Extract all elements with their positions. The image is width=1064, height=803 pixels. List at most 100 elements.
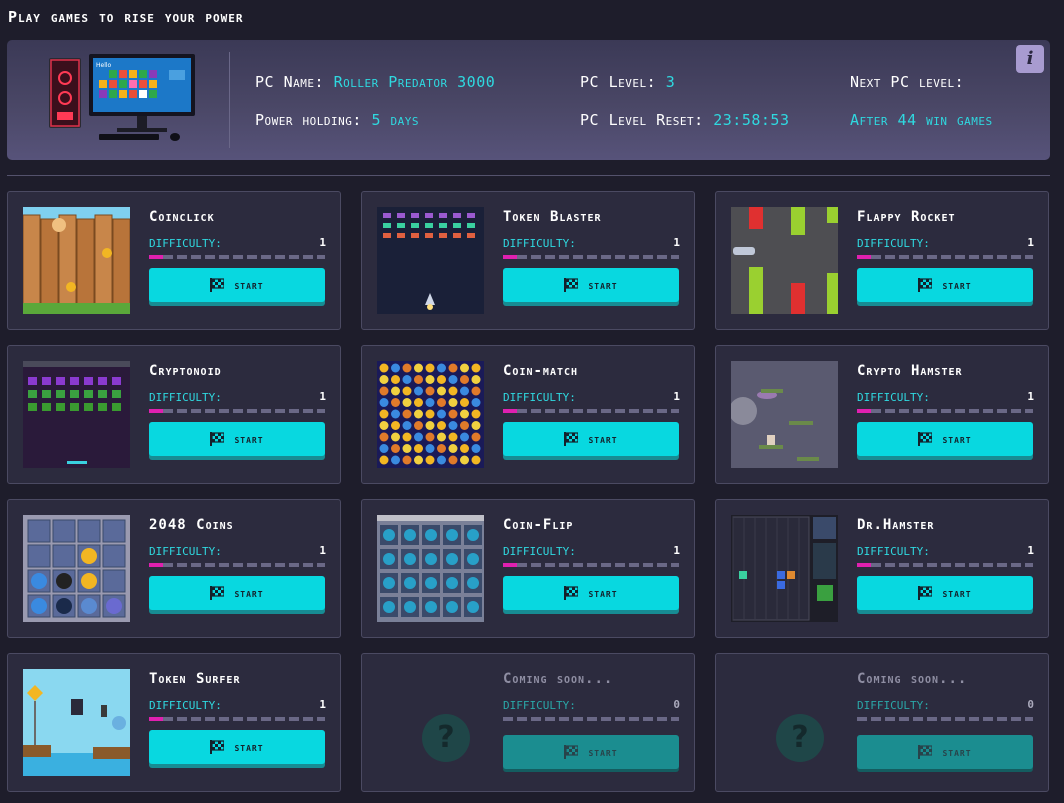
difficulty-value: 1	[319, 236, 326, 249]
game-title: Flappy Rocket	[857, 209, 956, 225]
start-button-label: start	[942, 586, 972, 600]
difficulty-label: Difficulty:	[503, 545, 576, 558]
start-button-label: start	[588, 745, 618, 759]
checkered-flag-icon	[210, 586, 225, 600]
game-title: Coming soon...	[857, 671, 968, 687]
start-button[interactable]: start	[149, 576, 325, 610]
pc-computer-image: Hello	[49, 54, 195, 141]
difficulty-label: Difficulty:	[149, 391, 222, 404]
checkered-flag-icon	[564, 278, 579, 292]
game-thumbnail-coin-match[interactable]	[377, 361, 484, 468]
start-button-label: start	[234, 432, 264, 446]
start-button[interactable]: start	[857, 576, 1033, 610]
game-thumbnail-token-surfer[interactable]	[23, 669, 130, 776]
difficulty-bar	[857, 255, 1033, 259]
difficulty-value: 1	[1027, 544, 1034, 557]
start-button-label: start	[588, 278, 618, 292]
difficulty-value: 1	[1027, 390, 1034, 403]
checkered-flag-icon	[210, 740, 225, 754]
difficulty-label: Difficulty:	[503, 391, 576, 404]
pc-name-label: PC Name:	[255, 73, 334, 91]
checkered-flag-icon	[210, 278, 225, 292]
game-card: 2048 Coins Difficulty: 1 start	[7, 499, 341, 638]
pc-panel-divider	[229, 52, 230, 148]
start-button: start	[503, 735, 679, 769]
start-button[interactable]: start	[857, 268, 1033, 302]
difficulty-value: 0	[1027, 698, 1034, 711]
difficulty-label: Difficulty:	[503, 699, 576, 712]
pc-name-value: Roller Predator 3000	[333, 73, 496, 91]
start-button[interactable]: start	[503, 268, 679, 302]
game-title: Token Surfer	[149, 671, 241, 687]
difficulty-bar-fill	[503, 563, 517, 567]
difficulty-label: Difficulty:	[149, 699, 222, 712]
difficulty-bar	[857, 717, 1033, 721]
difficulty-value: 1	[319, 544, 326, 557]
game-thumbnail-coinclick[interactable]	[23, 207, 130, 314]
pc-name-info: PC Name: Roller Predator 3000	[255, 73, 495, 91]
difficulty-bar	[503, 717, 679, 721]
game-card: Flappy Rocket Difficulty: 1 start	[715, 191, 1049, 330]
game-title: Coin-match	[503, 363, 579, 379]
difficulty-bar-fill	[857, 563, 871, 567]
start-button[interactable]: start	[149, 730, 325, 764]
game-card: ? Coming soon... Difficulty: 0 start	[361, 653, 695, 792]
difficulty-bar-fill	[149, 717, 163, 721]
power-holding-info: Power holding: 5 days	[255, 111, 419, 129]
checkered-flag-icon	[918, 278, 933, 292]
game-title: Cryptonoid	[149, 363, 222, 379]
start-button[interactable]: start	[503, 576, 679, 610]
difficulty-bar-fill	[857, 255, 871, 259]
start-button-label: start	[234, 278, 264, 292]
next-pc-level-requirement: After 44 win games	[850, 111, 993, 129]
game-card: Dr.Hamster Difficulty: 1 start	[715, 499, 1049, 638]
start-button[interactable]: start	[149, 268, 325, 302]
game-thumbnail-dr-hamster[interactable]	[731, 515, 838, 622]
difficulty-bar	[857, 563, 1033, 567]
start-button[interactable]: start	[149, 422, 325, 456]
game-thumbnail-coin-flip[interactable]	[377, 515, 484, 622]
difficulty-value: 1	[673, 390, 680, 403]
difficulty-value: 0	[673, 698, 680, 711]
difficulty-bar	[503, 409, 679, 413]
game-thumbnail-crypto-hamster[interactable]	[731, 361, 838, 468]
game-title: Dr.Hamster	[857, 517, 935, 533]
start-button-label: start	[234, 586, 264, 600]
start-button[interactable]: start	[857, 422, 1033, 456]
game-title: Token Blaster	[503, 209, 602, 225]
game-card: Coinclick Difficulty: 1 start	[7, 191, 341, 330]
info-button[interactable]: i	[1016, 45, 1044, 73]
game-card: Cryptonoid Difficulty: 1 start	[7, 345, 341, 484]
difficulty-label: Difficulty:	[149, 237, 222, 250]
game-card: Token Blaster Difficulty: 1 start	[361, 191, 695, 330]
start-button-label: start	[942, 432, 972, 446]
game-thumbnail-2048-coins[interactable]	[23, 515, 130, 622]
checkered-flag-icon	[210, 432, 225, 446]
pc-level-reset-label: PC Level Reset:	[580, 111, 714, 129]
next-pc-level-value: After 44 win games	[850, 111, 993, 129]
game-thumbnail-cryptonoid[interactable]	[23, 361, 130, 468]
difficulty-bar-fill	[857, 409, 871, 413]
pc-level-info: PC Level: 3	[580, 73, 675, 91]
game-thumbnail-flappy-rocket[interactable]	[731, 207, 838, 314]
game-title: Coming soon...	[503, 671, 614, 687]
difficulty-value: 1	[319, 698, 326, 711]
monitor-greeting: Hello	[96, 62, 112, 69]
pc-level-label: PC Level:	[580, 73, 666, 91]
start-button[interactable]: start	[503, 422, 679, 456]
start-button-label: start	[234, 740, 264, 754]
game-thumbnail-token-blaster[interactable]	[377, 207, 484, 314]
difficulty-value: 1	[1027, 236, 1034, 249]
difficulty-label: Difficulty:	[857, 699, 930, 712]
game-card: Coin-Flip Difficulty: 1 start	[361, 499, 695, 638]
difficulty-label: Difficulty:	[857, 391, 930, 404]
difficulty-value: 1	[673, 236, 680, 249]
difficulty-label: Difficulty:	[149, 545, 222, 558]
pc-level-reset-info: PC Level Reset: 23:58:53	[580, 111, 789, 129]
difficulty-bar-fill	[503, 409, 517, 413]
start-button-label: start	[588, 432, 618, 446]
start-button-label: start	[942, 278, 972, 292]
page-title: Play games to rise your power	[8, 8, 244, 26]
difficulty-value: 1	[673, 544, 680, 557]
game-thumbnail-placeholder: ?	[731, 669, 838, 776]
